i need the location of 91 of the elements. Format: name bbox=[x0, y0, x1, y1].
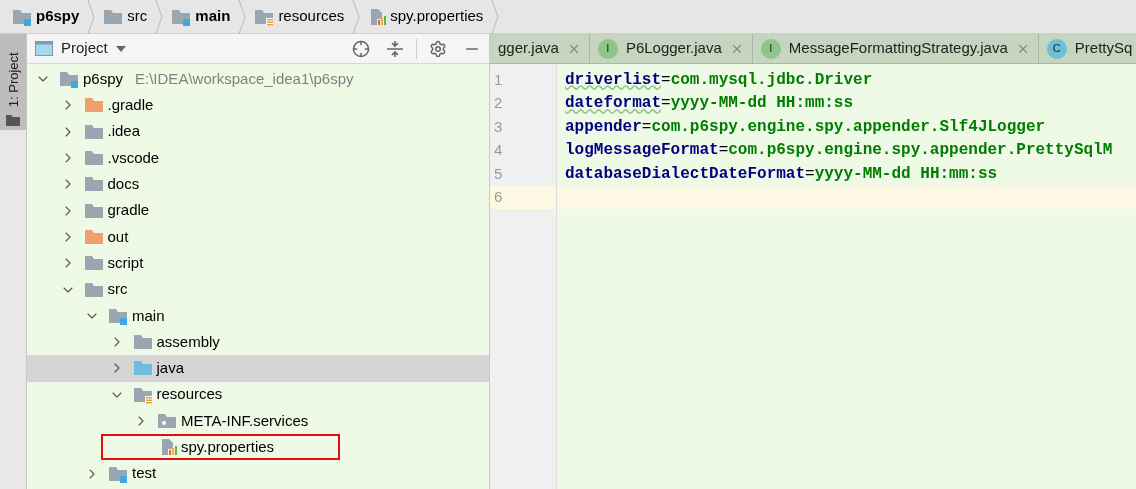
module-folder-icon bbox=[108, 464, 128, 483]
project-tool-button[interactable]: 1: Project bbox=[0, 34, 26, 130]
tree-item-label: docs bbox=[107, 174, 140, 195]
module-folder-icon bbox=[12, 7, 32, 26]
module-path: E:\IDEA\workspace_idea1\p6spy bbox=[135, 68, 354, 89]
panel-title[interactable]: Project bbox=[61, 37, 108, 60]
properties-file-icon bbox=[368, 7, 387, 26]
tree-row[interactable]: .vscode bbox=[27, 144, 489, 172]
tool-button-label: 1: Project bbox=[4, 52, 22, 108]
tree-row[interactable]: src bbox=[27, 276, 489, 303]
folder-icon bbox=[83, 201, 104, 220]
folder-icon bbox=[83, 122, 104, 141]
tree-row[interactable]: spy.properties bbox=[27, 434, 489, 461]
tree-row[interactable]: resources bbox=[27, 381, 489, 408]
code-line: databaseDialectDateFormat=yyyy-MM-dd HH:mm:ss bbox=[565, 163, 998, 185]
tab-label: MessageFormattingStrategy.java bbox=[788, 38, 1008, 59]
tree-item-label: spy.properties bbox=[181, 437, 275, 458]
code-line: logMessageFormat=com.p6spy.engine.spy.appender.PrettySqlM bbox=[565, 140, 1113, 162]
folder-icon bbox=[83, 280, 104, 299]
tree-item-label: META-INF.services bbox=[181, 410, 309, 431]
tree-row[interactable]: META-INF.services bbox=[27, 407, 489, 435]
tree-row[interactable]: script bbox=[27, 250, 489, 277]
breadcrumb-separator-icon bbox=[491, 0, 500, 34]
code-line: appender=com.p6spy.engine.spy.appender.Slf4JLogger bbox=[565, 116, 1046, 138]
line-number: 3 bbox=[494, 116, 503, 137]
module-folder-icon bbox=[59, 70, 79, 89]
tree-row[interactable]: p6spy E:\IDEA\workspace_idea1\p6spy bbox=[27, 66, 489, 93]
file-type-badge: I bbox=[597, 38, 618, 59]
tree-item-label: assembly bbox=[156, 331, 220, 352]
folder-icon bbox=[132, 333, 153, 352]
folder-icon bbox=[83, 149, 104, 168]
folder-icon bbox=[83, 227, 104, 246]
tree-row[interactable]: out bbox=[27, 223, 489, 251]
resources-folder-icon bbox=[132, 385, 153, 404]
line-number: 6 bbox=[494, 187, 503, 207]
tree-row[interactable]: .idea bbox=[27, 118, 489, 145]
tree-row[interactable]: .gradle bbox=[27, 92, 489, 119]
tree-row[interactable]: test bbox=[27, 460, 489, 487]
folder-icon bbox=[83, 175, 104, 194]
line-number: 1 bbox=[494, 69, 503, 90]
locate-icon[interactable] bbox=[352, 39, 370, 58]
tree-item-label: out bbox=[107, 226, 129, 247]
tree-item-label: test bbox=[132, 463, 157, 484]
breadcrumb-separator-icon bbox=[155, 0, 164, 34]
module-folder-icon bbox=[108, 306, 128, 325]
file-type-badge: I bbox=[760, 38, 781, 59]
breadcrumb-item[interactable]: main bbox=[195, 5, 231, 28]
line-number: 5 bbox=[494, 163, 503, 184]
tree-item-label: p6spy bbox=[83, 68, 124, 89]
breadcrumb-item[interactable]: resources bbox=[278, 5, 345, 28]
tab-label: P6Logger.java bbox=[625, 38, 722, 59]
code-line: driverlist=com.mysql.jdbc.Driver bbox=[565, 69, 873, 91]
tree-row[interactable]: java bbox=[27, 355, 489, 382]
file-type-badge: C bbox=[1046, 38, 1067, 59]
line-number: 2 bbox=[494, 93, 503, 113]
window-icon bbox=[35, 41, 53, 56]
tree-item-label: script bbox=[107, 252, 144, 273]
tree-item-label: main bbox=[132, 305, 165, 326]
tree-item-label: gradle bbox=[107, 200, 150, 221]
breadcrumb-item[interactable]: spy.properties bbox=[390, 5, 484, 28]
tab-label: gger.java bbox=[498, 38, 559, 59]
breadcrumb-separator-icon bbox=[352, 0, 361, 34]
tree-item-label: resources bbox=[156, 384, 223, 405]
dropdown-caret-icon[interactable] bbox=[115, 45, 126, 52]
folder-icon bbox=[6, 114, 20, 126]
code-line: dateformat=yyyy-MM-dd HH:mm:ss bbox=[565, 93, 854, 115]
tab-label: PrettySq bbox=[1074, 38, 1133, 59]
tree-row[interactable]: gradle bbox=[27, 197, 489, 224]
tree-item-label: java bbox=[156, 358, 185, 379]
properties-file-icon bbox=[159, 438, 177, 457]
tree-item-label: .idea bbox=[107, 121, 141, 142]
breadcrumb-item[interactable]: p6spy bbox=[36, 5, 80, 28]
folder-icon bbox=[103, 7, 124, 26]
collapse-all-icon[interactable] bbox=[386, 39, 404, 58]
folder-icon bbox=[83, 254, 104, 273]
tree-row[interactable]: assembly bbox=[27, 328, 489, 356]
resources-folder-icon bbox=[254, 7, 275, 26]
tree-row[interactable]: docs bbox=[27, 171, 489, 198]
breadcrumb-item[interactable]: src bbox=[127, 5, 148, 28]
tree-row[interactable]: main bbox=[27, 302, 489, 329]
tree-item-label: .gradle bbox=[107, 95, 154, 116]
module-folder-icon bbox=[171, 7, 192, 26]
folder-icon bbox=[132, 359, 153, 378]
tree-item-label: src bbox=[107, 279, 128, 300]
line-number: 4 bbox=[494, 140, 503, 160]
tree-item-label: .vscode bbox=[107, 147, 160, 168]
settings-icon[interactable] bbox=[429, 39, 447, 58]
package-folder-icon bbox=[157, 412, 177, 430]
folder-icon bbox=[83, 96, 104, 115]
breadcrumb-separator-icon bbox=[87, 0, 96, 34]
breadcrumb-separator-icon bbox=[238, 0, 247, 34]
